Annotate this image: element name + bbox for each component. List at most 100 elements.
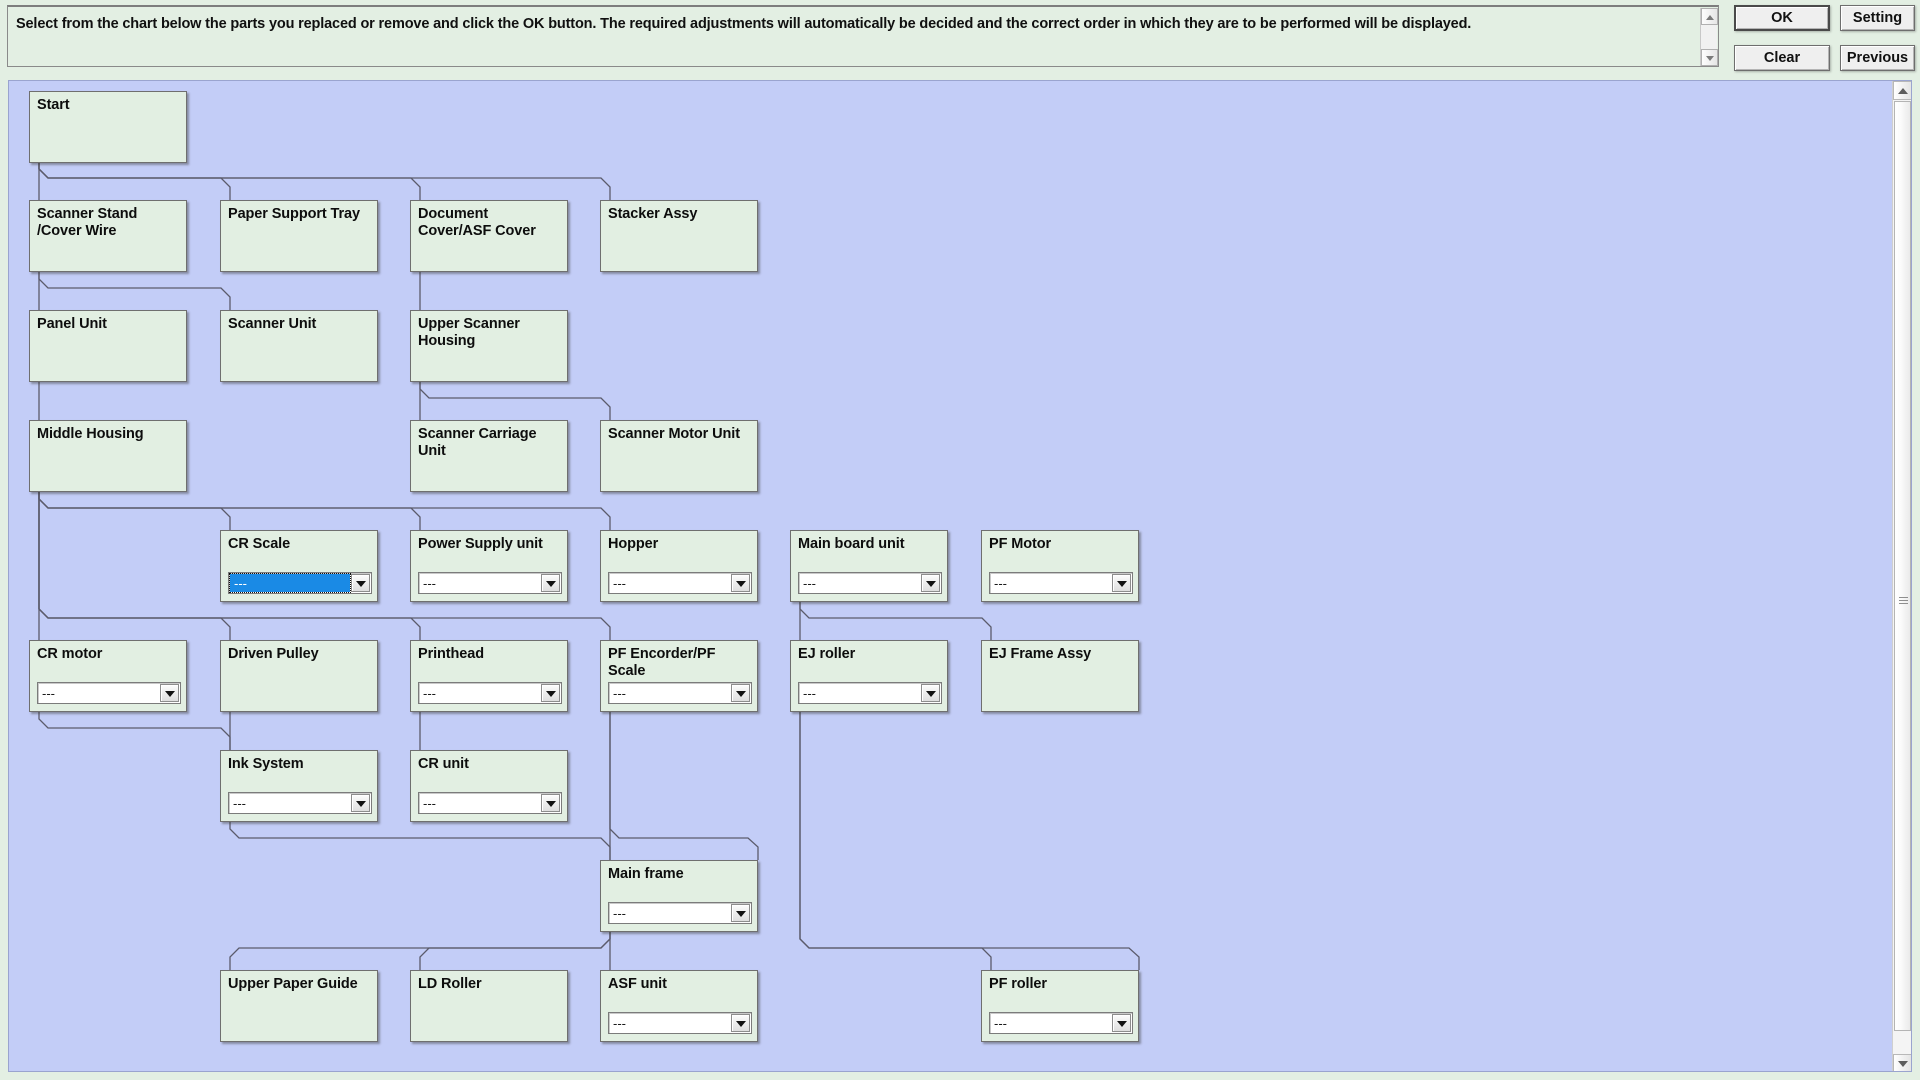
scrollbar-grip-icon: [1899, 597, 1908, 606]
connector-line: [419, 382, 611, 420]
chart-node-pf_roller[interactable]: PF roller ---: [981, 970, 1139, 1042]
chart-node-dropdown-pf_motor[interactable]: ---: [989, 572, 1133, 594]
chart-node-label: Document Cover/ASF Cover: [418, 206, 536, 239]
chevron-down-icon[interactable]: [731, 684, 750, 702]
chart-scroll-down-button[interactable]: [1893, 1054, 1911, 1071]
chart-node-ej_roller[interactable]: EJ roller ---: [790, 640, 948, 712]
chart-node-label: Upper Paper Guide: [228, 976, 358, 992]
dropdown-selected-value: ---: [234, 575, 247, 591]
chart-node-printhead[interactable]: Printhead ---: [410, 640, 568, 712]
dropdown-selected-value: ---: [613, 905, 626, 921]
chart-scrollbar-thumb[interactable]: [1894, 101, 1911, 1031]
chart-node-ej_frame[interactable]: EJ Frame Assy: [981, 640, 1139, 712]
setting-button[interactable]: Setting: [1840, 5, 1915, 31]
chart-node-label: Ink System: [228, 756, 304, 772]
chevron-down-icon[interactable]: [1112, 574, 1131, 592]
chevron-down-icon[interactable]: [731, 904, 750, 922]
chevron-down-icon[interactable]: [731, 574, 750, 592]
chart-node-label: Stacker Assy: [608, 206, 698, 222]
chevron-down-icon[interactable]: [541, 794, 560, 812]
chart-node-label: Start: [37, 97, 70, 113]
chart-node-asf_unit[interactable]: ASF unit ---: [600, 970, 758, 1042]
chart-node-pf_motor[interactable]: PF Motor ---: [981, 530, 1139, 602]
connector-line: [38, 492, 231, 530]
chart-node-ld_roller[interactable]: LD Roller: [410, 970, 568, 1042]
instruction-textbox[interactable]: Select from the chart below the parts yo…: [7, 5, 1719, 67]
chart-node-upper_paper[interactable]: Upper Paper Guide: [220, 970, 378, 1042]
chart-node-label: Main board unit: [798, 536, 905, 552]
chart-node-main_board[interactable]: Main board unit ---: [790, 530, 948, 602]
chart-node-ink_system[interactable]: Ink System ---: [220, 750, 378, 822]
chevron-up-icon: [1897, 88, 1908, 94]
chart-node-driven_pulley[interactable]: Driven Pulley: [220, 640, 378, 712]
dropdown-selected-value: ---: [803, 685, 816, 701]
chart-node-scanner_unit[interactable]: Scanner Unit: [220, 310, 378, 382]
chart-node-label: PF roller: [989, 976, 1047, 992]
chart-node-scanner_carriage[interactable]: Scanner Carriage Unit: [410, 420, 568, 492]
chart-node-document_cover[interactable]: Document Cover/ASF Cover: [410, 200, 568, 272]
chevron-down-icon[interactable]: [541, 684, 560, 702]
chart-node-dropdown-power_supply[interactable]: ---: [418, 572, 562, 594]
chevron-down-icon: [1705, 56, 1714, 61]
chart-node-label: Scanner Motor Unit: [608, 426, 740, 442]
ok-button[interactable]: OK: [1734, 5, 1830, 31]
chart-node-dropdown-cr_scale[interactable]: ---: [228, 572, 372, 594]
chart-node-scanner_motor[interactable]: Scanner Motor Unit: [600, 420, 758, 492]
chart-node-dropdown-cr_unit[interactable]: ---: [418, 792, 562, 814]
chart-node-paper_support[interactable]: Paper Support Tray: [220, 200, 378, 272]
chart-node-power_supply[interactable]: Power Supply unit ---: [410, 530, 568, 602]
chart-node-dropdown-pf_roller[interactable]: ---: [989, 1012, 1133, 1034]
chart-node-middle_housing[interactable]: Middle Housing: [29, 420, 187, 492]
connector-line: [229, 932, 611, 970]
chart-node-dropdown-ink_system[interactable]: ---: [228, 792, 372, 814]
chevron-down-icon[interactable]: [351, 794, 370, 812]
instruction-scroll-down-button[interactable]: [1701, 49, 1718, 66]
connector-line: [38, 272, 231, 310]
chevron-down-icon[interactable]: [541, 574, 560, 592]
chart-node-label: Scanner Unit: [228, 316, 317, 332]
chart-node-cr_unit[interactable]: CR unit ---: [410, 750, 568, 822]
chart-vertical-scrollbar[interactable]: [1892, 81, 1911, 1071]
chart-node-dropdown-main_board[interactable]: ---: [798, 572, 942, 594]
dropdown-selected-value: ---: [613, 1015, 626, 1031]
dropdown-selected-value: ---: [233, 795, 246, 811]
chart-node-pf_encorder[interactable]: PF Encorder/PF Scale ---: [600, 640, 758, 712]
previous-button[interactable]: Previous: [1840, 45, 1915, 71]
chart-node-stacker_assy[interactable]: Stacker Assy: [600, 200, 758, 272]
instruction-scrollbar[interactable]: [1700, 8, 1718, 66]
clear-button[interactable]: Clear: [1734, 45, 1830, 71]
connector-line: [799, 712, 992, 970]
connector-line: [38, 492, 611, 530]
chart-node-label: PF Encorder/PF Scale: [608, 646, 716, 679]
chart-node-upper_scanner[interactable]: Upper Scanner Housing: [410, 310, 568, 382]
chart-node-cr_motor[interactable]: CR motor ---: [29, 640, 187, 712]
chart-node-scanner_stand[interactable]: Scanner Stand /Cover Wire: [29, 200, 187, 272]
connector-line: [609, 712, 759, 860]
chart-scroll-up-button[interactable]: [1893, 81, 1911, 100]
chart-node-label: Upper Scanner Housing: [418, 316, 520, 349]
chart-node-cr_scale[interactable]: CR Scale ---: [220, 530, 378, 602]
chart-node-dropdown-hopper[interactable]: ---: [608, 572, 752, 594]
chart-node-label: Scanner Carriage Unit: [418, 426, 537, 459]
chart-node-dropdown-asf_unit[interactable]: ---: [608, 1012, 752, 1034]
chevron-down-icon[interactable]: [921, 684, 940, 702]
chevron-down-icon[interactable]: [160, 684, 179, 702]
chevron-down-icon[interactable]: [921, 574, 940, 592]
chart-node-label: Panel Unit: [37, 316, 107, 332]
chart-node-dropdown-main_frame[interactable]: ---: [608, 902, 752, 924]
instruction-scroll-up-button[interactable]: [1701, 8, 1718, 25]
chevron-down-icon[interactable]: [351, 574, 370, 592]
dropdown-selected-value: ---: [423, 575, 436, 591]
chart-node-dropdown-pf_encorder[interactable]: ---: [608, 682, 752, 704]
chart-node-hopper[interactable]: Hopper ---: [600, 530, 758, 602]
chart-node-start[interactable]: Start: [29, 91, 187, 163]
chevron-down-icon[interactable]: [731, 1014, 750, 1032]
chart-node-dropdown-printhead[interactable]: ---: [418, 682, 562, 704]
chart-node-dropdown-cr_motor[interactable]: ---: [37, 682, 181, 704]
chevron-down-icon[interactable]: [1112, 1014, 1131, 1032]
chart-node-panel_unit[interactable]: Panel Unit: [29, 310, 187, 382]
chart-canvas: Start Scanner Stand /Cover Wire Paper Supp…: [9, 81, 1894, 1071]
chart-node-dropdown-ej_roller[interactable]: ---: [798, 682, 942, 704]
chart-node-main_frame[interactable]: Main frame ---: [600, 860, 758, 932]
connector-line: [38, 492, 421, 530]
